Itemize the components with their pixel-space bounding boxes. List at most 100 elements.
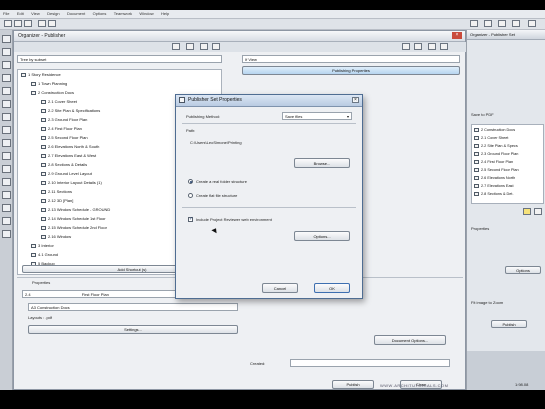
layout-icon[interactable] xyxy=(470,20,478,27)
tree-item[interactable]: 2.7 Elevations East & West xyxy=(41,153,96,159)
tree-item[interactable]: 2.2 Site Plan & Specifications xyxy=(41,108,100,114)
menu-options[interactable]: Options xyxy=(93,11,107,16)
navigator-icon[interactable] xyxy=(512,20,520,27)
path-field-value: A3 Construction Docs xyxy=(31,305,70,310)
close-icon[interactable]: × xyxy=(452,32,462,39)
link-icon[interactable] xyxy=(440,43,448,50)
folder-icon[interactable] xyxy=(402,43,410,50)
tree-item[interactable]: 2.12 3D [Plan] xyxy=(41,198,73,204)
menu-teamwork[interactable]: Teamwork xyxy=(114,11,132,16)
arrow-tool-icon[interactable] xyxy=(1,35,11,43)
created-label: Created: xyxy=(250,361,266,366)
tree-item[interactable]: 2.11 Sections xyxy=(41,189,72,195)
flat-file-radio[interactable] xyxy=(188,193,193,198)
undo-icon[interactable] xyxy=(38,20,46,27)
tree-item[interactable]: 4.1 Ground xyxy=(31,252,58,258)
menu-window[interactable]: Window xyxy=(139,11,153,16)
menu-document[interactable]: Document xyxy=(67,11,85,16)
document-options-button[interactable]: Document Options... xyxy=(374,335,446,345)
publisher-set-item[interactable]: 2.6 Elevations North xyxy=(474,175,515,181)
publish-label: Publish xyxy=(346,382,360,387)
panel-options-button[interactable]: Options xyxy=(505,266,541,274)
save-icon[interactable] xyxy=(24,20,32,27)
publisher-set-list: 2 Construction Docs 2.1 Cover Sheet 2.2 Si… xyxy=(471,124,544,204)
panel-publish-button[interactable]: Publish xyxy=(491,320,527,328)
fill-tool-icon[interactable] xyxy=(1,217,11,225)
folder-open-icon[interactable] xyxy=(186,43,194,50)
delete-icon[interactable] xyxy=(534,208,542,215)
publisher-set-item[interactable]: 2.4 First Floor Plan xyxy=(474,159,513,165)
cancel-button[interactable]: Cancel xyxy=(262,283,298,293)
new-icon[interactable] xyxy=(4,20,12,27)
open-icon[interactable] xyxy=(14,20,22,27)
tree-item[interactable]: 2.6 Elevations North & South xyxy=(41,144,99,150)
camera-tool-icon[interactable] xyxy=(1,230,11,238)
tree-item[interactable]: 2.5 Second Floor Plan xyxy=(41,135,88,141)
publisher-set-item[interactable]: 2.2 Site Plan & Specs xyxy=(474,143,518,149)
wall-tool-icon[interactable] xyxy=(1,61,11,69)
path-field[interactable]: A3 Construction Docs xyxy=(28,303,238,311)
dialog-close-icon[interactable]: × xyxy=(352,97,359,103)
property-id-value: 2.4 xyxy=(25,292,31,297)
tree-item[interactable]: 2.13 Window Schedule - GROUND xyxy=(41,207,110,213)
tree-item[interactable]: 2.9 Ground Level Layout xyxy=(41,171,92,177)
line-tool-icon[interactable] xyxy=(1,191,11,199)
menu-design[interactable]: Design xyxy=(47,11,59,16)
redo-icon[interactable] xyxy=(48,20,56,27)
publishing-method-dropdown[interactable]: Save files ▾ xyxy=(282,112,352,120)
column-tool-icon[interactable] xyxy=(1,74,11,82)
new-set-icon[interactable] xyxy=(200,43,208,50)
publish-icon[interactable] xyxy=(484,20,492,27)
link-icon[interactable] xyxy=(212,43,220,50)
roof-tool-icon[interactable] xyxy=(1,113,11,121)
tab-publishing-properties[interactable]: Publishing Properties xyxy=(242,66,460,75)
options-label: Options... xyxy=(313,234,331,239)
window-tool-icon[interactable] xyxy=(1,139,11,147)
publish-button[interactable]: Publish xyxy=(332,380,374,389)
publisher-set-item[interactable]: 2.1 Cover Sheet xyxy=(474,135,508,141)
tree-item[interactable]: 3 Interior xyxy=(31,243,54,249)
ok-button[interactable]: OK xyxy=(314,283,350,293)
publisher-set-item[interactable]: 2.5 Second Floor Plan xyxy=(474,167,519,173)
tree-item[interactable]: 2.15 Window Schedule 2nd Floor xyxy=(41,225,107,231)
tree-item[interactable]: 2.4 First Floor Plan xyxy=(41,126,82,132)
publisher-set-item[interactable]: 2 Construction Docs xyxy=(474,127,515,133)
right-view-dropdown[interactable]: If View xyxy=(242,55,460,63)
folder-icon[interactable] xyxy=(172,43,180,50)
tree-item[interactable]: 2.8 Sections & Details xyxy=(41,162,87,168)
left-view-dropdown[interactable]: Tree by subset xyxy=(17,55,222,63)
door-tool-icon[interactable] xyxy=(1,126,11,134)
folder-icon[interactable] xyxy=(523,208,531,215)
browse-button[interactable]: Browse... xyxy=(294,158,350,168)
beam-tool-icon[interactable] xyxy=(1,87,11,95)
menu-edit[interactable]: Edit xyxy=(17,11,24,16)
tree-item[interactable]: 1 Story Residence xyxy=(21,72,61,78)
publisher-set-item[interactable]: 2.8 Sections & Det. xyxy=(474,191,514,197)
new-set-icon[interactable] xyxy=(428,43,436,50)
arc-tool-icon[interactable] xyxy=(1,204,11,212)
menu-view[interactable]: View xyxy=(31,11,40,16)
settings-button[interactable]: Settings... xyxy=(28,325,238,334)
tree-item[interactable]: 2.10 Interior Layout Details (1) xyxy=(41,180,102,186)
stair-tool-icon[interactable] xyxy=(1,152,11,160)
marquee-tool-icon[interactable] xyxy=(1,48,11,56)
dimension-tool-icon[interactable] xyxy=(1,178,11,186)
tree-item[interactable]: 2.1 Cover Sheet xyxy=(41,99,77,105)
options-button[interactable]: Options... xyxy=(294,231,350,241)
text-tool-icon[interactable] xyxy=(1,165,11,173)
publisher-set-item[interactable]: 2.7 Elevations East xyxy=(474,183,514,189)
tree-item[interactable]: 2.3 Ground Floor Plan xyxy=(41,117,87,123)
include-reviewer-checkbox[interactable] xyxy=(188,216,193,222)
real-folder-radio[interactable] xyxy=(188,179,193,184)
menu-help[interactable]: Help xyxy=(161,11,169,16)
help-icon[interactable] xyxy=(528,20,536,27)
settings-icon[interactable] xyxy=(498,20,506,27)
tree-item[interactable]: 2 Construction Docs xyxy=(31,90,74,96)
slab-tool-icon[interactable] xyxy=(1,100,11,108)
tree-item[interactable]: 1 Town Planning xyxy=(31,81,67,87)
folder-open-icon[interactable] xyxy=(414,43,422,50)
publisher-set-item[interactable]: 2.3 Ground Floor Plan xyxy=(474,151,518,157)
tree-item[interactable]: 2.16 Window xyxy=(41,234,71,240)
tree-item[interactable]: 2.14 Window Schedule 1st Floor xyxy=(41,216,106,222)
menu-file[interactable]: File xyxy=(3,11,9,16)
